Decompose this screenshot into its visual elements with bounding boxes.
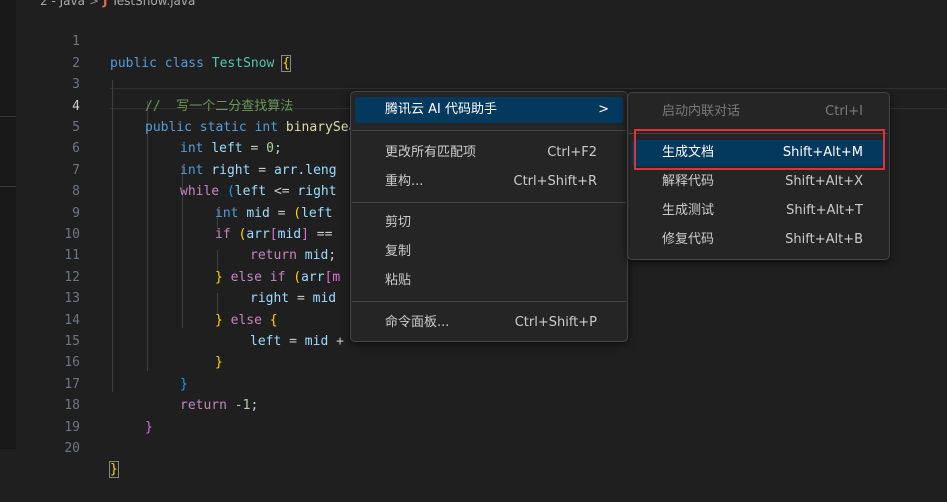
menu-separator [352, 130, 626, 131]
code-line[interactable]: 3 // 写一个二分查找算法 [0, 53, 947, 113]
menu-item-command-palette[interactable]: 命令面板... Ctrl+Shift+P [355, 310, 623, 336]
shortcut-label: Shift+Alt+B [785, 232, 863, 247]
breadcrumb-separator: > [88, 0, 100, 8]
shortcut-label: Shift+Alt+T [786, 203, 863, 218]
menu-item-explain-code[interactable]: 解释代码 Shift+Alt+X [632, 169, 885, 195]
context-menu: 腾讯云 AI 代码助手 > 更改所有匹配项 Ctrl+F2 重构... Ctrl… [350, 91, 628, 342]
menu-item-tencent-ai-assistant[interactable]: 腾讯云 AI 代码助手 > [355, 97, 623, 123]
code-line[interactable]: 1 public class TestSnow { [0, 10, 947, 72]
code-line[interactable]: 2 [0, 31, 947, 71]
shortcut-label: Shift+Alt+M [782, 145, 863, 160]
menu-item-start-inline-chat[interactable]: 启动内联对话 Ctrl+I [632, 99, 885, 125]
menu-item-change-all-occurrences[interactable]: 更改所有匹配项 Ctrl+F2 [355, 140, 623, 166]
code-line[interactable]: 17 return -1; [0, 352, 947, 413]
menu-item-generate-docs[interactable]: 生成文档 Shift+Alt+M [632, 140, 885, 166]
breadcrumb-file[interactable]: TestSnow.java [111, 0, 195, 8]
code-line[interactable]: 18 } [0, 374, 947, 434]
breadcrumb-folder[interactable]: 2 - Java [40, 0, 85, 8]
shortcut-label: Shift+Alt+X [785, 174, 863, 189]
code-line[interactable]: 19 [0, 395, 947, 435]
menu-item-copy[interactable]: 复制 [355, 239, 623, 265]
menu-item-paste[interactable]: 粘贴 [355, 268, 623, 294]
menu-separator [352, 301, 626, 302]
ai-assistant-submenu: 启动内联对话 Ctrl+I 生成文档 Shift+Alt+M 解释代码 Shif… [627, 92, 890, 260]
shortcut-label: Ctrl+F2 [547, 145, 597, 160]
shortcut-label: Ctrl+Shift+R [513, 174, 598, 189]
menu-separator [352, 202, 626, 203]
shortcut-label: Ctrl+I [825, 104, 863, 119]
menu-item-cut[interactable]: 剪切 [355, 210, 623, 236]
menu-item-fix-code[interactable]: 修复代码 Shift+Alt+B [632, 227, 885, 253]
code-line[interactable]: 20 } [0, 417, 947, 479]
menu-item-generate-tests[interactable]: 生成测试 Shift+Alt+T [632, 198, 885, 224]
shortcut-label: Ctrl+Shift+P [514, 315, 597, 330]
java-file-icon: J [103, 0, 108, 8]
chevron-right-icon: > [598, 102, 609, 117]
menu-item-refactor[interactable]: 重构... Ctrl+Shift+R [355, 169, 623, 195]
menu-separator [629, 133, 888, 134]
breadcrumb: 2 - Java > J TestSnow.java [40, 0, 195, 8]
